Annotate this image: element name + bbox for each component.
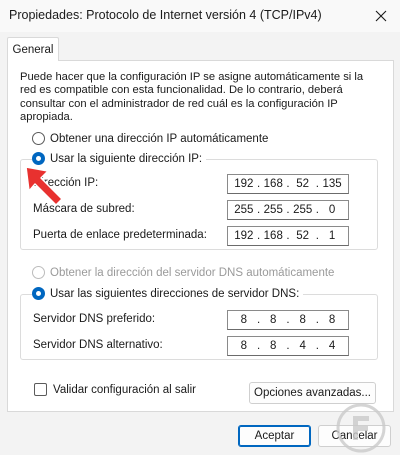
validate-checkbox-label: Validar configuración al salir (53, 383, 196, 396)
ip-octet[interactable]: 1 (321, 230, 343, 242)
radio-ip-auto[interactable]: Obtener una dirección IP automáticamente (32, 132, 268, 145)
title-bar: Propiedades: Protocolo de Internet versi… (0, 0, 400, 32)
ip-octet[interactable]: 168 (262, 178, 284, 190)
ip-octet[interactable]: 192 (233, 178, 255, 190)
dot: . (256, 204, 261, 216)
dns-alternate-field[interactable]: 8. 8. 4. 4 (227, 336, 349, 356)
dot: . (315, 340, 319, 352)
dot: . (315, 204, 319, 216)
ip-octet[interactable]: 192 (233, 230, 255, 242)
dot: . (286, 340, 290, 352)
dot: . (256, 340, 261, 352)
radio-ip-manual-label: Usar la siguiente dirección IP: (50, 152, 203, 165)
close-button[interactable] (370, 5, 392, 27)
ip-octet[interactable]: 4 (321, 340, 343, 352)
dot: . (286, 230, 290, 242)
ip-octet[interactable]: 8 (262, 340, 284, 352)
tab-general-label: General (12, 43, 54, 56)
dot: . (315, 314, 319, 326)
radio-dns-auto[interactable]: Obtener la dirección del servidor DNS au… (32, 266, 334, 279)
radio-dns-auto-indicator[interactable] (32, 266, 45, 279)
ip-octet[interactable]: 255 (262, 204, 284, 216)
radio-dns-manual-indicator[interactable] (32, 287, 45, 300)
window-title: Propiedades: Protocolo de Internet versi… (9, 8, 322, 22)
ip-octet[interactable]: 8 (292, 314, 314, 326)
ok-button[interactable]: Aceptar (238, 425, 311, 447)
ip-address-field[interactable]: 192. 168. 52. 135 (227, 174, 349, 194)
validate-checkbox-row[interactable]: Validar configuración al salir (34, 383, 196, 396)
dot: . (256, 314, 261, 326)
ip-octet[interactable]: 8 (262, 314, 284, 326)
ip-octet[interactable]: 52 (292, 230, 314, 242)
dns-alternate-label: Servidor DNS alternativo: (33, 339, 163, 351)
subnet-mask-field[interactable]: 255. 255. 255. 0 (227, 200, 349, 220)
radio-ip-auto-indicator[interactable] (32, 132, 45, 145)
description-text: Puede hacer que la configuración IP se a… (20, 71, 364, 124)
ip-octet[interactable]: 52 (292, 178, 314, 190)
dot: . (286, 204, 290, 216)
radio-ip-auto-label: Obtener una dirección IP automáticamente (50, 132, 269, 145)
dns-preferred-label: Servidor DNS preferido: (33, 313, 156, 325)
ip-octet[interactable]: 0 (321, 204, 343, 216)
radio-dns-manual[interactable]: Usar las siguientes direcciones de servi… (32, 287, 304, 300)
ip-octet[interactable]: 4 (292, 340, 314, 352)
ip-octet[interactable]: 168 (262, 230, 284, 242)
dot: . (315, 230, 319, 242)
logo-icon (336, 403, 386, 453)
dot: . (256, 178, 261, 190)
tab-general[interactable]: General (7, 37, 59, 61)
dns-preferred-field[interactable]: 8. 8. 8. 8 (227, 310, 349, 330)
dot: . (315, 178, 319, 190)
radio-dns-manual-label: Usar las siguientes direcciones de servi… (50, 287, 300, 300)
gateway-field[interactable]: 192. 168. 52. 1 (227, 226, 349, 246)
radio-dns-auto-label: Obtener la dirección del servidor DNS au… (50, 266, 335, 279)
ip-octet[interactable]: 255 (233, 204, 255, 216)
validate-checkbox[interactable] (34, 383, 47, 396)
advanced-options-button[interactable]: Opciones avanzadas... (249, 382, 376, 404)
ip-octet[interactable]: 8 (233, 340, 255, 352)
ip-octet[interactable]: 8 (233, 314, 255, 326)
gateway-label: Puerta de enlace predeterminada: (33, 229, 207, 241)
ip-octet[interactable]: 135 (321, 178, 343, 190)
dot: . (286, 314, 290, 326)
close-icon (375, 10, 387, 22)
dot: . (286, 178, 290, 190)
ip-octet[interactable]: 8 (321, 314, 343, 326)
arrow-icon (25, 166, 63, 206)
ip-octet[interactable]: 255 (292, 204, 314, 216)
dot: . (256, 230, 261, 242)
